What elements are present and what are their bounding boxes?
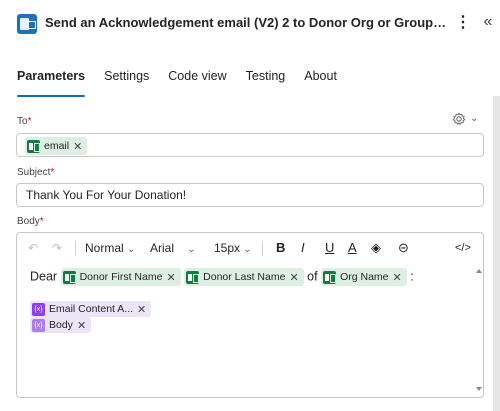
donor-last-name-token[interactable]: Donor Last Name ✕	[184, 268, 304, 286]
token-label: Donor First Name	[79, 271, 163, 283]
editor-toolbar: ↶ ↷ Normal ⌄ Arial ⌄ 15px ⌄ B I U A ◈ ⊝ …	[17, 233, 483, 263]
remove-token-button[interactable]: ✕	[137, 303, 146, 316]
variable-icon: {x}	[32, 302, 45, 316]
font-size-dropdown[interactable]: 15px ⌄	[214, 241, 252, 255]
scroll-down-arrow-icon[interactable]	[476, 387, 482, 391]
body-editor[interactable]: ↶ ↷ Normal ⌄ Arial ⌄ 15px ⌄ B I U A ◈ ⊝ …	[16, 232, 484, 398]
chevron-down-icon: ⌄	[243, 244, 252, 255]
body-label: Body*	[17, 216, 44, 227]
donor-first-name-token[interactable]: Donor First Name ✕	[60, 268, 181, 286]
tab-code-view[interactable]: Code view	[168, 69, 226, 97]
toolbar-divider	[75, 241, 76, 256]
required-marker: *	[27, 116, 32, 127]
tab-about[interactable]: About	[304, 69, 337, 97]
paragraph-format-dropdown[interactable]: Normal ⌄	[85, 241, 135, 255]
undo-button[interactable]: ↶	[28, 241, 38, 255]
colon-text: :	[410, 269, 414, 284]
body-line-variable-1: {x} Email Content A... ✕	[30, 301, 152, 317]
chevron-down-icon[interactable]: ⌄	[470, 113, 478, 124]
variable-icon: {x}	[32, 318, 45, 332]
toolbar-divider	[262, 241, 263, 256]
code-view-button[interactable]: </>	[455, 242, 471, 254]
remove-token-button[interactable]: ✕	[393, 271, 402, 284]
gear-icon[interactable]	[452, 112, 466, 126]
panel-header: Send an Acknowledgement email (V2) 2 to …	[0, 0, 500, 50]
excel-icon	[27, 139, 40, 153]
font-family-dropdown[interactable]: Arial ⌄	[150, 241, 196, 255]
editor-scrollbar[interactable]	[475, 263, 483, 397]
underline-button[interactable]: U	[325, 240, 334, 255]
body-line-variable-2: {x} Body ✕	[30, 317, 92, 333]
collapse-panel-button[interactable]: «	[480, 11, 496, 33]
tab-bar: Parameters Settings Code view Testing Ab…	[17, 69, 356, 97]
email-content-token[interactable]: {x} Email Content A... ✕	[30, 301, 152, 317]
remove-token-button[interactable]: ✕	[166, 271, 175, 284]
font-value: Arial	[150, 241, 175, 255]
required-marker: *	[50, 167, 55, 178]
tab-parameters[interactable]: Parameters	[17, 69, 86, 97]
remove-token-button[interactable]: ✕	[73, 140, 82, 153]
subject-label-text: Subject	[17, 167, 51, 178]
tab-settings[interactable]: Settings	[104, 69, 149, 97]
format-value: Normal	[85, 241, 124, 255]
italic-button[interactable]: I	[301, 240, 305, 255]
highlight-button[interactable]: ◈	[371, 240, 381, 256]
dear-text: Dear	[30, 269, 58, 284]
more-options-button[interactable]: ⋮	[455, 12, 471, 34]
of-text: of	[307, 269, 318, 284]
body-label-text: Body	[17, 216, 40, 227]
chevron-down-icon: ⌄	[187, 244, 196, 255]
subject-input[interactable]: Thank You For Your Donation!	[16, 183, 484, 207]
link-button[interactable]: ⊝	[398, 240, 409, 256]
action-title[interactable]: Send an Acknowledgement email (V2) 2 to …	[45, 15, 450, 30]
email-token[interactable]: email ✕	[25, 137, 88, 155]
size-value: 15px	[214, 241, 241, 255]
font-color-button[interactable]: A	[348, 240, 357, 255]
subject-label: Subject*	[17, 167, 54, 178]
token-label: Donor Last Name	[203, 271, 286, 283]
body-line-greeting: Dear Donor First Name ✕ Donor Last Name …	[30, 268, 414, 286]
excel-icon	[186, 270, 200, 284]
to-field[interactable]: email ✕	[16, 133, 484, 157]
email-token-label: email	[44, 140, 70, 152]
token-label: Body	[49, 319, 73, 331]
token-label: Email Content A...	[49, 303, 134, 315]
required-marker: *	[39, 216, 44, 227]
panel-scrollbar[interactable]	[493, 96, 500, 411]
body-variable-token[interactable]: {x} Body ✕	[30, 317, 92, 333]
excel-icon	[62, 270, 76, 284]
org-name-token[interactable]: Org Name ✕	[321, 268, 407, 286]
token-label: Org Name	[340, 271, 389, 283]
excel-icon	[323, 270, 337, 284]
remove-token-button[interactable]: ✕	[289, 271, 298, 284]
redo-button[interactable]: ↷	[52, 241, 62, 255]
chevron-down-icon: ⌄	[127, 244, 136, 255]
tab-testing[interactable]: Testing	[246, 69, 286, 97]
remove-token-button[interactable]: ✕	[77, 319, 86, 332]
bold-button[interactable]: B	[276, 240, 285, 255]
scroll-up-arrow-icon[interactable]	[476, 269, 482, 273]
to-label-text: To	[17, 116, 28, 127]
outlook-icon	[17, 14, 37, 34]
to-label: To*	[17, 116, 31, 127]
